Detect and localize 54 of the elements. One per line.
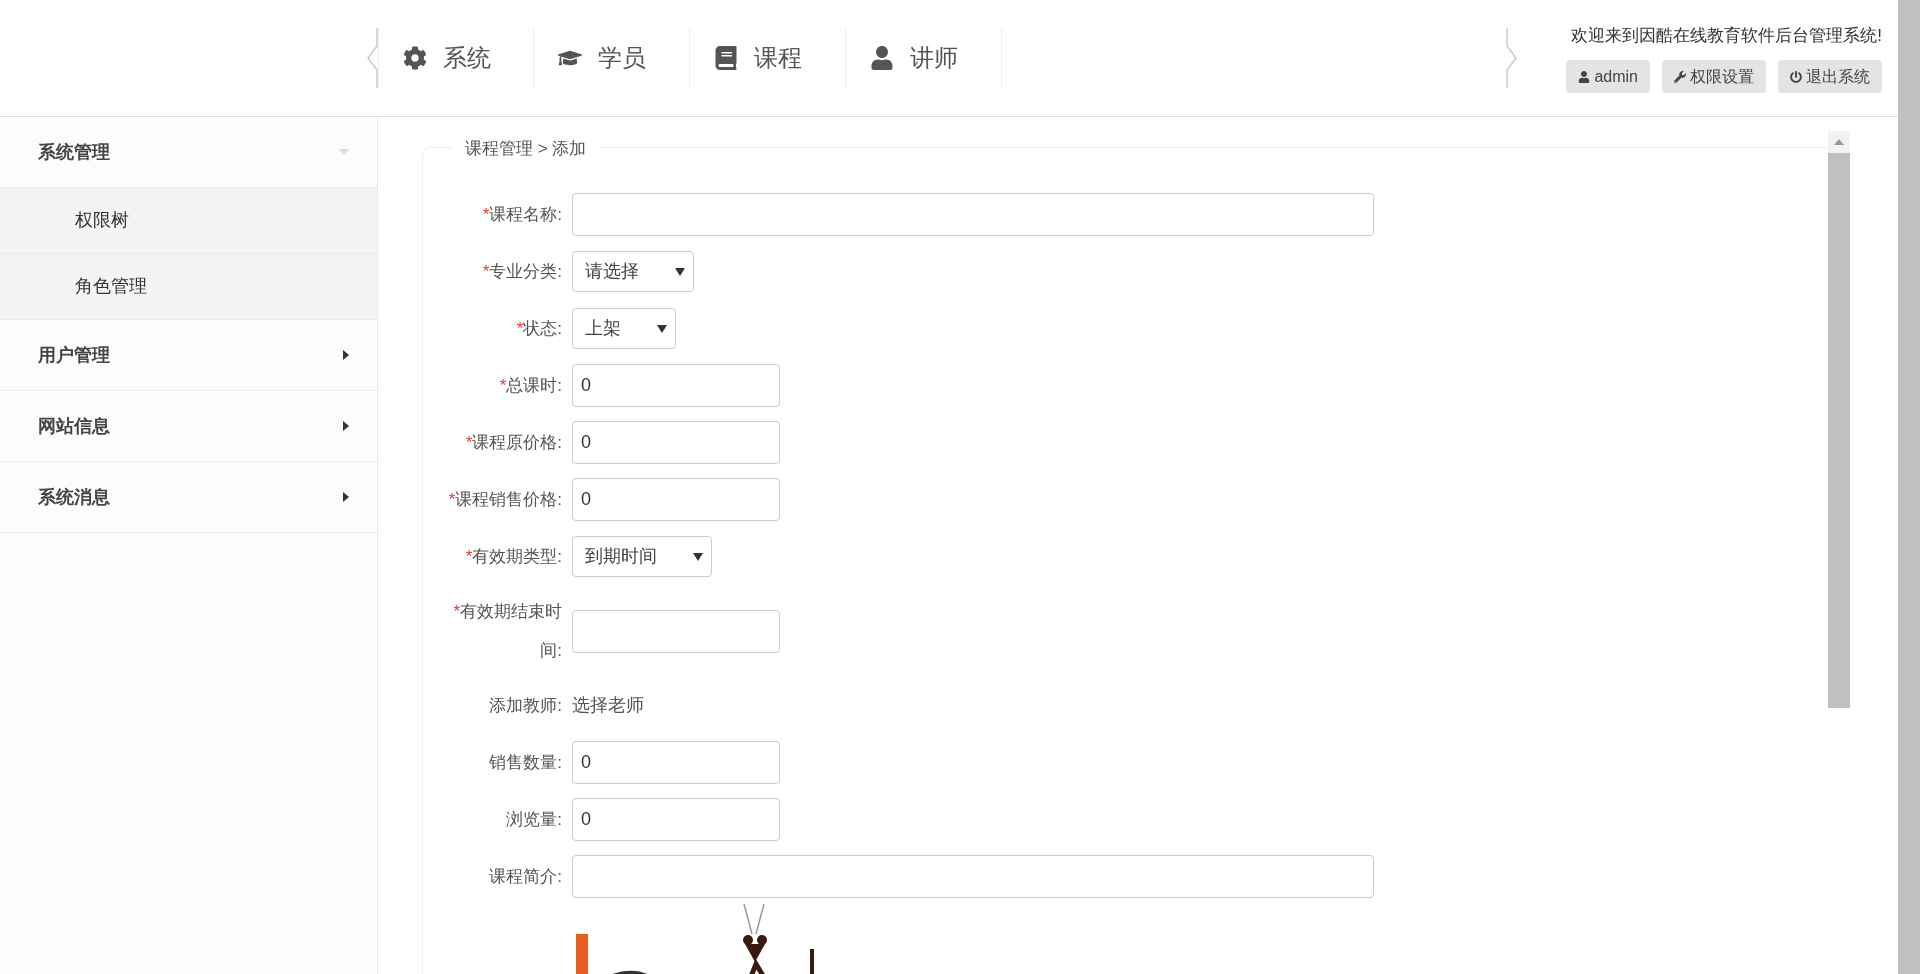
page-scrollbar[interactable] [1898,0,1920,974]
user-icon [1578,70,1591,83]
dropdown-field[interactable]: 到期时间 [572,536,712,577]
dropdown-field[interactable]: 上架 [572,308,676,349]
nav-tab[interactable]: 讲师 [846,28,1002,88]
chevron-right-icon [1506,28,1518,88]
nav-tab[interactable]: 课程 [690,28,846,88]
sidebar-group[interactable]: 网站信息 [0,391,377,462]
sidebar-item[interactable]: 权限树 [0,188,377,254]
dropdown-field[interactable]: 请选择 [572,251,694,292]
book-icon [714,46,738,70]
field-label: *专业分类: [481,260,562,283]
power-icon [1790,70,1802,83]
caret-down-icon [339,149,349,155]
input-field[interactable]: 0 [572,421,780,464]
welcome-text: 欢迎来到因酷在线教育软件后台管理系统! [1571,24,1882,47]
nav-tab[interactable]: 学员 [534,28,690,88]
dropdown-arrow-icon [693,552,703,561]
caret-right-icon [343,421,349,431]
wrench-icon [1674,70,1686,83]
input-field[interactable]: 0 [572,478,780,521]
dropdown-arrow-icon [657,324,667,333]
input-field[interactable] [572,609,780,653]
field-label: *课程销售价格: [447,488,562,511]
nav-tab[interactable]: 系统 [378,28,534,88]
header-button[interactable]: 退出系统 [1778,60,1882,94]
user-icon [870,46,894,70]
caret-right-icon [343,350,349,360]
header-button[interactable]: admin [1566,60,1650,94]
sidebar-item[interactable]: 角色管理 [0,254,377,320]
input-field[interactable]: 0 [572,741,780,785]
chevron-left-icon [366,28,378,88]
field-label: 浏览量: [505,809,562,832]
field-label: *状态: [515,317,562,340]
field-label: 添加教师: [488,695,562,718]
input-field[interactable]: 0 [572,798,780,842]
field-label: *有效期结束时间: [452,601,562,663]
field-label: 课程简介: [488,866,562,889]
field-label: *课程名称: [481,203,562,226]
field-label: *总课时: [498,374,562,397]
header-button[interactable]: 权限设置 [1662,60,1766,94]
field-label: *有效期类型: [464,545,562,568]
input-field[interactable] [572,193,1374,236]
sidebar-group[interactable]: 用户管理 [0,320,377,391]
dropdown-arrow-icon [675,267,685,276]
sidebar-group[interactable]: 系统消息 [0,462,377,533]
caret-right-icon [343,492,349,502]
scroll-up-icon [1834,139,1844,145]
settings-icon [403,46,427,70]
select-teacher-link[interactable]: 选择老师 [572,692,644,720]
field-label: 销售数量: [488,752,562,775]
field-label: *课程原价格: [464,431,562,454]
input-field[interactable]: 0 [572,364,780,407]
input-field[interactable] [572,855,1374,899]
